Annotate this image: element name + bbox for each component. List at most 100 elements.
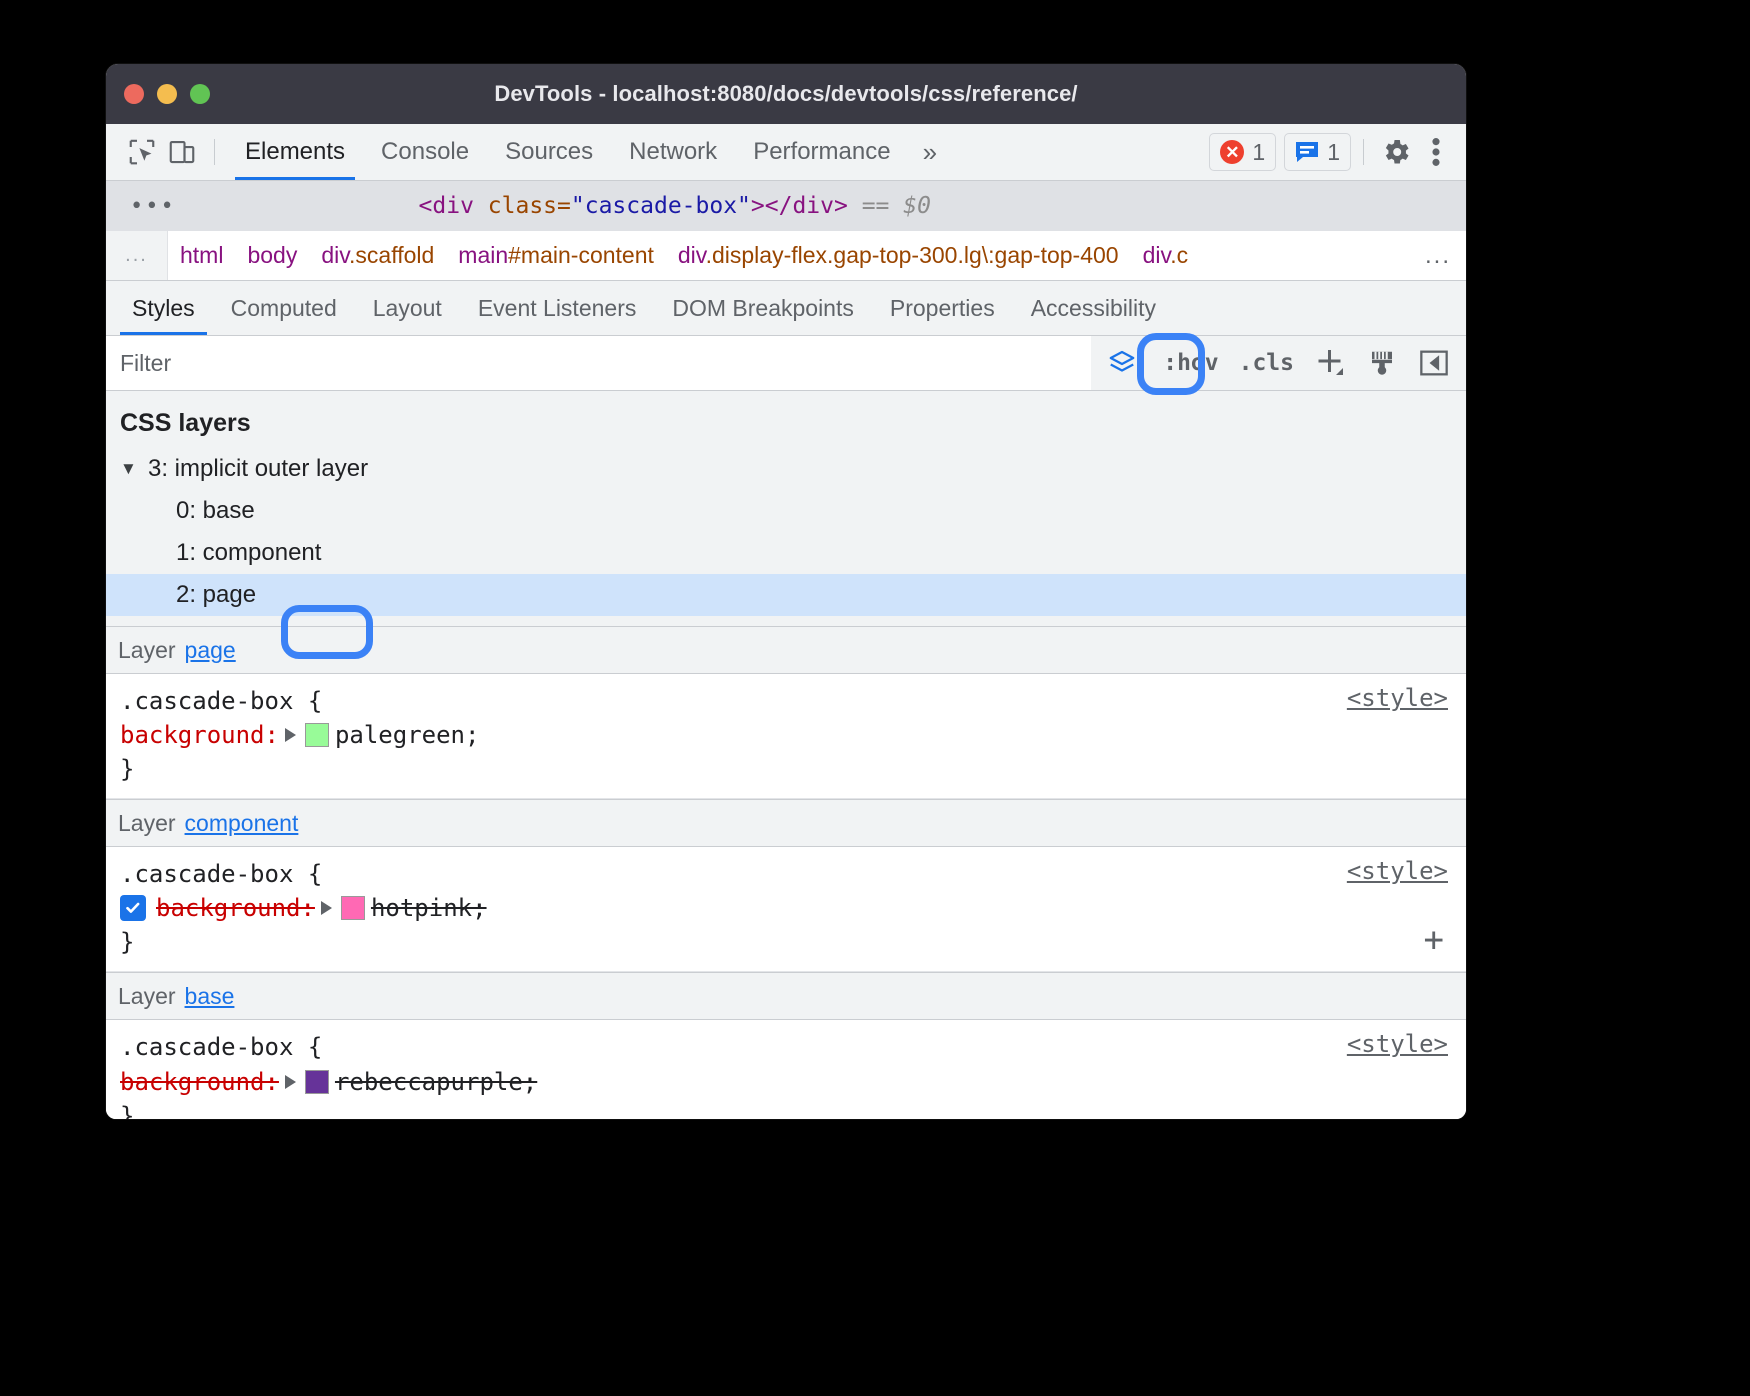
dom-equals: == [848, 193, 903, 219]
declaration-value[interactable]: palegreen; [335, 718, 480, 752]
style-source-link[interactable]: <style> [1347, 857, 1448, 885]
paintbrush-icon[interactable] [1356, 336, 1408, 390]
declaration-colon: : [265, 718, 279, 752]
rule-selector[interactable]: .cascade-box { [106, 857, 1466, 891]
css-layers-heading: CSS layers [106, 391, 1466, 448]
expand-triangle-icon[interactable] [321, 901, 332, 915]
layer-tree-label: 1: component [176, 539, 321, 567]
layer-tree-item-page[interactable]: 2: page [106, 574, 1466, 616]
breadcrumb-item-div-scaffold[interactable]: div.scaffold [309, 242, 446, 269]
expand-triangle-icon[interactable] [285, 1075, 296, 1089]
device-toolbar-icon[interactable] [162, 132, 202, 172]
tab-dom-breakpoints[interactable]: DOM Breakpoints [654, 281, 872, 335]
error-count: 1 [1252, 139, 1265, 166]
layer-tree-label: 2: page [176, 581, 256, 609]
breadcrumb-item-div-flex[interactable]: div.display-flex.gap-top-300.lg\:gap-top… [666, 242, 1131, 269]
tab-properties[interactable]: Properties [872, 281, 1013, 335]
css-layers-tree: ▼ 3: implicit outer layer 0: base 1: com… [106, 448, 1466, 626]
declaration-value[interactable]: hotpink; [371, 891, 487, 925]
declaration-property[interactable]: background [156, 891, 301, 925]
more-tabs-chevron-icon[interactable]: » [909, 137, 951, 168]
breadcrumb-item-main[interactable]: main#main-content [446, 242, 666, 269]
tab-console[interactable]: Console [363, 124, 487, 180]
styles-sidebar-tabs: Styles Computed Layout Event Listeners D… [106, 281, 1466, 336]
breadcrumb-overflow-left[interactable]: ... [106, 231, 168, 280]
rule-selector[interactable]: .cascade-box { [106, 1030, 1466, 1064]
closing-brace-text: } [120, 752, 134, 786]
rule-selector[interactable]: .cascade-box { [106, 684, 1466, 718]
layer-header-base: Layer base [106, 972, 1466, 1020]
css-layers-icon[interactable] [1091, 336, 1153, 390]
layer-header-page: Layer page [106, 626, 1466, 674]
color-swatch[interactable] [305, 723, 329, 747]
declaration-enabled-checkbox[interactable] [120, 895, 146, 921]
tab-network[interactable]: Network [611, 124, 735, 180]
tab-layout[interactable]: Layout [355, 281, 460, 335]
toggle-class-button[interactable]: .cls [1229, 336, 1304, 390]
color-swatch[interactable] [341, 896, 365, 920]
rule-closing-brace: } [106, 752, 1466, 786]
declaration-value[interactable]: rebeccapurple; [335, 1065, 537, 1099]
declaration-row[interactable]: background: rebeccapurple; [106, 1065, 1466, 1099]
selector-text: .cascade-box { [120, 1030, 322, 1064]
selected-dom-node-row[interactable]: ••• <div class="cascade-box"></div> == $… [106, 181, 1466, 231]
tab-performance[interactable]: Performance [735, 124, 908, 180]
dom-dollar-ref: $0 [903, 193, 931, 219]
tab-styles[interactable]: Styles [114, 281, 213, 335]
layer-link-component[interactable]: component [185, 810, 299, 837]
style-rule-base: <style> .cascade-box { background: rebecc… [106, 1020, 1466, 1119]
tab-sources[interactable]: Sources [487, 124, 611, 180]
layer-link-page[interactable]: page [185, 637, 236, 664]
expand-triangle-icon[interactable] [285, 728, 296, 742]
error-count-badge[interactable]: ✕ 1 [1209, 133, 1276, 171]
breadcrumb-suffix: .c [1170, 242, 1188, 268]
toolbar-divider-2 [1363, 139, 1364, 165]
breadcrumb-item-div-cascade[interactable]: div.c [1131, 242, 1201, 269]
add-declaration-icon[interactable]: + [1424, 923, 1444, 957]
breadcrumb: ... html body div.scaffold main#main-con… [106, 231, 1466, 281]
declaration-row[interactable]: background: palegreen; [106, 718, 1466, 752]
layer-link-base[interactable]: base [185, 983, 235, 1010]
inspect-element-icon[interactable] [122, 132, 162, 172]
layer-tree-item-implicit-outer[interactable]: ▼ 3: implicit outer layer [106, 448, 1466, 490]
declaration-property[interactable]: background [120, 718, 265, 752]
message-count-badge[interactable]: 1 [1284, 133, 1351, 171]
styles-pane: CSS layers ▼ 3: implicit outer layer 0: … [106, 391, 1466, 1119]
new-style-rule-button[interactable] [1304, 336, 1356, 390]
tab-event-listeners[interactable]: Event Listeners [460, 281, 655, 335]
breadcrumb-item-body[interactable]: body [235, 242, 309, 269]
node-more-options-icon[interactable]: ••• [114, 194, 192, 219]
dom-attr-name: class [474, 193, 557, 219]
tab-computed[interactable]: Computed [213, 281, 355, 335]
layer-tree-item-base[interactable]: 0: base [106, 490, 1466, 532]
layer-prefix-label: Layer [118, 983, 176, 1010]
kebab-menu-icon[interactable] [1416, 132, 1456, 172]
tab-accessibility[interactable]: Accessibility [1013, 281, 1174, 335]
breadcrumb-item-html[interactable]: html [168, 242, 235, 269]
tab-elements[interactable]: Elements [227, 124, 363, 180]
chevron-down-icon[interactable]: ▼ [120, 459, 142, 479]
declaration-colon: : [265, 1065, 279, 1099]
layer-tree-item-component[interactable]: 1: component [106, 532, 1466, 574]
dom-close-tag: </div> [765, 193, 848, 219]
layer-header-component: Layer component [106, 799, 1466, 847]
breadcrumb-tag: main [458, 242, 508, 268]
close-window-button[interactable] [124, 84, 144, 104]
color-swatch[interactable] [305, 1070, 329, 1094]
style-rule-component: <style> + .cascade-box { background:hotp… [106, 847, 1466, 972]
breadcrumb-overflow-right[interactable]: ... [1410, 231, 1466, 280]
gear-icon[interactable] [1376, 132, 1416, 172]
breadcrumb-tag: div [1143, 242, 1171, 268]
style-source-link[interactable]: <style> [1347, 684, 1448, 712]
devtools-main-toolbar: Elements Console Sources Network Perform… [106, 124, 1466, 181]
breadcrumb-suffix: .display-flex.gap-top-300.lg\:gap-top-40… [706, 242, 1119, 268]
toggle-sidebar-icon[interactable] [1408, 336, 1460, 390]
style-source-link[interactable]: <style> [1347, 1030, 1448, 1058]
devtools-window: DevTools - localhost:8080/docs/devtools/… [106, 64, 1466, 1119]
toggle-element-state-button[interactable]: :hov [1153, 336, 1228, 390]
search-input[interactable] [106, 336, 1091, 390]
maximize-window-button[interactable] [190, 84, 210, 104]
declaration-property[interactable]: background [120, 1065, 265, 1099]
declaration-row[interactable]: background:hotpink; [106, 891, 1466, 925]
minimize-window-button[interactable] [157, 84, 177, 104]
